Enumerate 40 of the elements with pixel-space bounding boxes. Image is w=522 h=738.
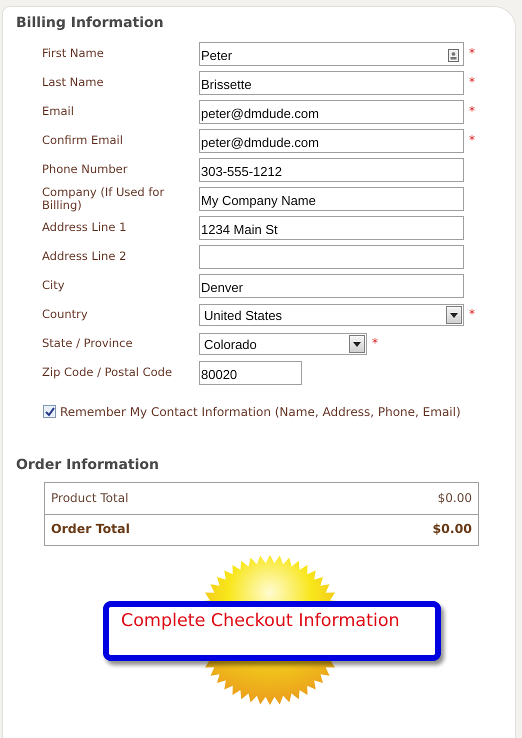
field-label: First Name — [41, 47, 105, 62]
input-field[interactable]: Brissette — [199, 71, 464, 96]
input-field[interactable]: 303-555-1212 — [199, 158, 464, 182]
required-mark: * — [469, 132, 475, 149]
input-field[interactable]: peter@dmdude.com — [199, 129, 464, 154]
total-amount: $0.00 — [432, 520, 472, 538]
checkbox-label[interactable]: Remember My Contact Information (Name, Address, Phone, Email) — [60, 402, 461, 421]
input-field[interactable]: My Company Name — [199, 187, 464, 212]
input-field[interactable]: 1234 Main St — [199, 216, 464, 240]
required-mark: * — [372, 334, 378, 352]
total-label: Product Total — [51, 490, 128, 508]
field-label: State / Province — [41, 337, 134, 352]
required-mark: * — [469, 74, 475, 91]
required-mark: * — [469, 102, 475, 120]
field-label: Last Name — [41, 76, 105, 90]
required-mark: * — [469, 44, 475, 62]
field-label: Email — [41, 105, 75, 120]
total-amount: $0.00 — [438, 490, 472, 508]
field-label: Address Line 1 — [41, 221, 128, 236]
input-field[interactable]: peter@dmdude.com — [199, 100, 464, 124]
input-field[interactable]: Peter — [199, 42, 464, 66]
checkout-button[interactable]: Complete Checkout Information — [103, 600, 441, 661]
field-label: Confirm Email — [41, 134, 124, 148]
input-field[interactable]: Denver — [199, 274, 464, 298]
field-label: Zip Code / Postal Code — [41, 366, 174, 380]
input-field[interactable] — [199, 245, 464, 270]
field-label: Company (If Used for Billing) — [41, 186, 166, 214]
input-field[interactable]: 80020 — [199, 361, 302, 386]
field-label: Address Line 2 — [41, 250, 128, 264]
section-title: Billing Information — [16, 15, 165, 32]
total-label: Order Total — [51, 520, 130, 538]
section-title: Order Information — [16, 456, 160, 474]
dropdown[interactable]: United States — [199, 304, 464, 326]
contact-card-icon[interactable] — [448, 48, 459, 62]
field-label: Phone Number — [41, 163, 128, 178]
required-mark: * — [469, 306, 475, 323]
field-label: City — [41, 279, 66, 294]
dropdown[interactable]: Colorado — [199, 333, 367, 356]
field-label: Country — [41, 308, 89, 322]
checkbox[interactable] — [43, 405, 56, 418]
